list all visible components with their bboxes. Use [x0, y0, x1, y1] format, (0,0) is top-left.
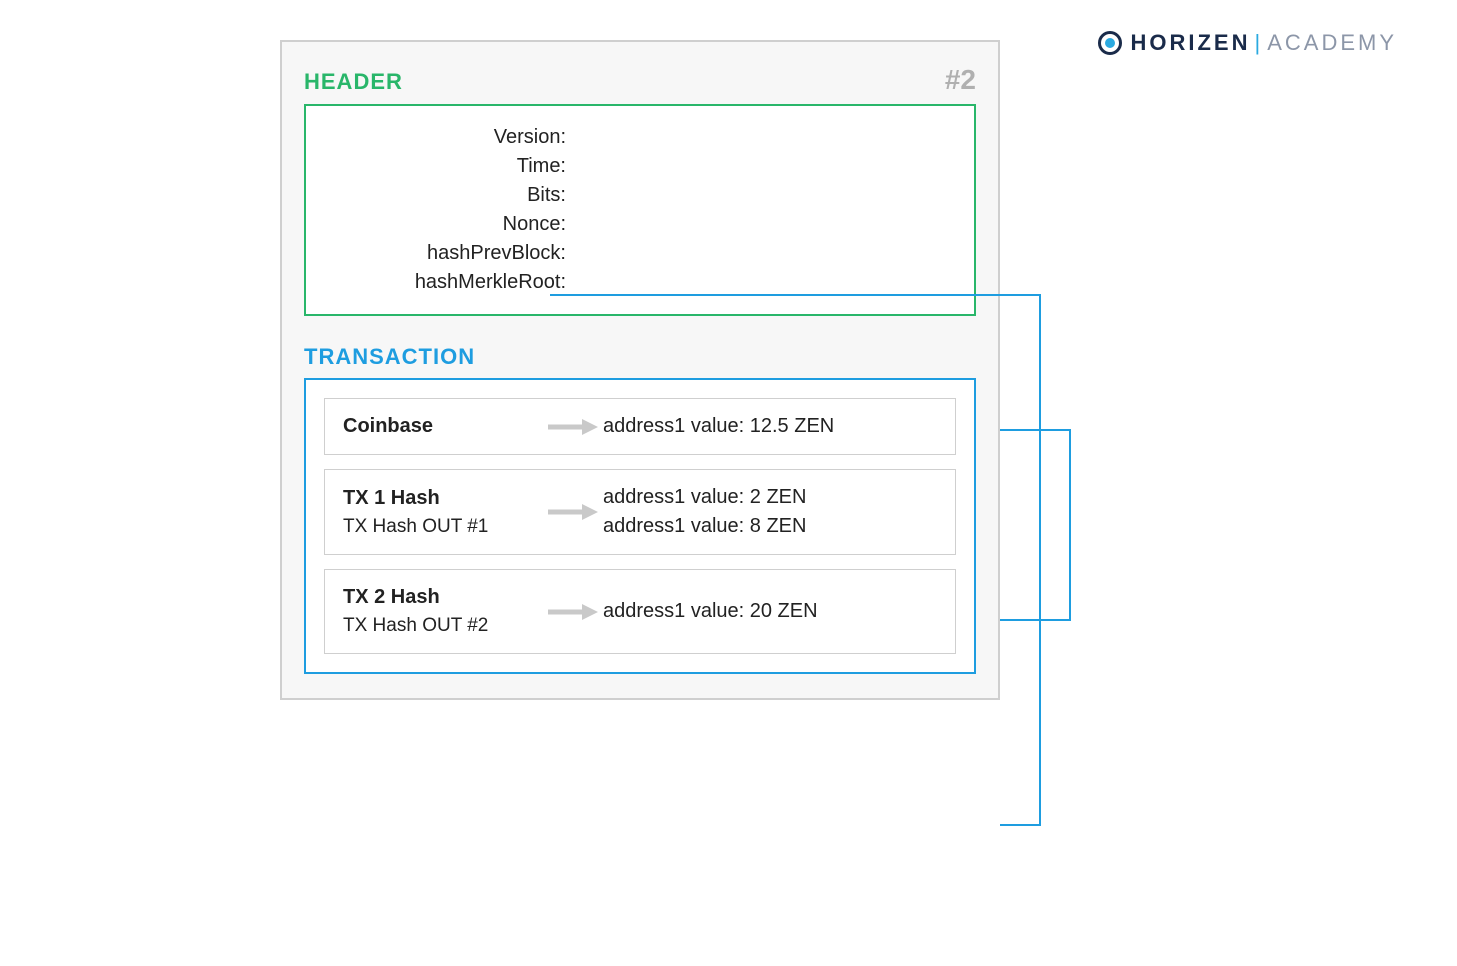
tx-outputs: address1 value: 12.5 ZEN	[603, 415, 834, 438]
logo-sub: ACADEMY	[1267, 30, 1397, 56]
block-number: #2	[945, 64, 976, 96]
header-label: HEADER	[304, 69, 403, 95]
tx-output: address1 value: 8 ZEN	[603, 515, 806, 538]
tx-title: TX 1 Hash	[343, 487, 543, 510]
field-version: Version:	[326, 126, 566, 149]
transaction-label: TRANSACTION	[304, 344, 976, 370]
logo-brand: HORIZEN	[1130, 30, 1250, 56]
tx-2: TX 2 Hash TX Hash OUT #2 address1 value:…	[324, 569, 956, 654]
tx-sub: TX Hash OUT #1	[343, 516, 543, 538]
tx-outputs: address1 value: 20 ZEN	[603, 600, 818, 623]
tx-sub: TX Hash OUT #2	[343, 615, 543, 637]
brand-logo: HORIZEN | ACADEMY	[1098, 30, 1397, 56]
block-header-row: HEADER #2	[304, 64, 976, 96]
field-time: Time:	[326, 155, 566, 178]
tx-1: TX 1 Hash TX Hash OUT #1 address1 value:…	[324, 469, 956, 555]
tx-title: Coinbase	[343, 415, 543, 438]
tx-left: Coinbase	[343, 415, 543, 438]
transaction-box: Coinbase address1 value: 12.5 ZEN TX 1 H…	[304, 378, 976, 674]
header-box: Version: Time: Bits: Nonce: hashPrevBloc…	[304, 104, 976, 316]
logo-mark-icon	[1098, 31, 1122, 55]
field-hashmerkleroot: hashMerkleRoot:	[326, 271, 566, 294]
field-hashprevblock: hashPrevBlock:	[326, 242, 566, 265]
tx-output: address1 value: 20 ZEN	[603, 600, 818, 623]
transaction-label-row: TRANSACTION	[304, 344, 976, 370]
arrow-icon	[543, 417, 603, 437]
tx-title: TX 2 Hash	[343, 586, 543, 609]
field-bits: Bits:	[326, 184, 566, 207]
field-nonce: Nonce:	[326, 213, 566, 236]
arrow-icon	[543, 502, 603, 522]
tx-coinbase: Coinbase address1 value: 12.5 ZEN	[324, 398, 956, 455]
tx-output: address1 value: 12.5 ZEN	[603, 415, 834, 438]
arrow-icon	[543, 602, 603, 622]
block-container: HEADER #2 Version: Time: Bits: Nonce: ha…	[280, 40, 1000, 700]
tx-left: TX 1 Hash TX Hash OUT #1	[343, 487, 543, 538]
tx-outputs: address1 value: 2 ZEN address1 value: 8 …	[603, 486, 806, 538]
logo-separator: |	[1254, 30, 1263, 56]
tx-left: TX 2 Hash TX Hash OUT #2	[343, 586, 543, 637]
tx-output: address1 value: 2 ZEN	[603, 486, 806, 509]
header-fields: Version: Time: Bits: Nonce: hashPrevBloc…	[326, 126, 954, 294]
